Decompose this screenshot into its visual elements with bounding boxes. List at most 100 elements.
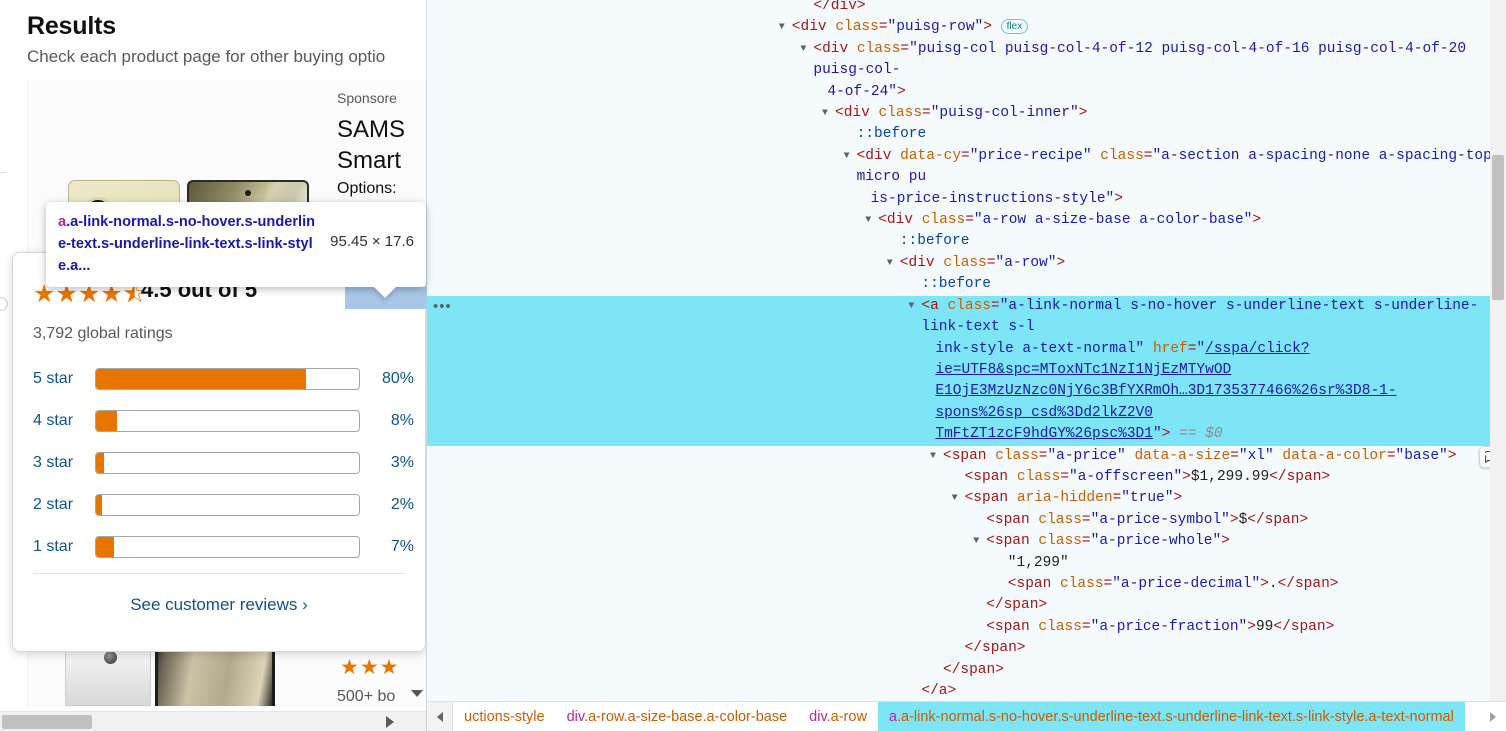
dom-node[interactable]: <span class="a-price-decimal">.</span>	[427, 574, 1506, 595]
dom-token-attr: class	[1016, 468, 1061, 485]
dom-token-attr: class	[1038, 511, 1082, 528]
breadcrumb-item[interactable]: uctions-style	[453, 702, 556, 731]
dom-node[interactable]: </span>	[427, 595, 1506, 616]
breadcrumb-scroll-left-button[interactable]	[427, 702, 453, 731]
dom-token-ang: >	[1447, 447, 1457, 464]
expand-triangle-icon[interactable]: ▼	[952, 488, 958, 509]
dom-node[interactable]: is-price-instructions-style">	[427, 189, 1506, 210]
dom-node[interactable]: ▼ <div class="puisg-col puisg-col-4-of-12…	[427, 39, 1506, 82]
dom-token-tag: a	[930, 297, 939, 314]
dom-node[interactable]: ▼ <span class="a-price" data-a-size="xl" …	[427, 446, 1506, 467]
dom-node[interactable]: ▼ <span aria-hidden="true">	[427, 488, 1506, 509]
dom-token-ang: <	[856, 147, 866, 164]
dom-token-val: "base"	[1395, 447, 1448, 464]
dom-node[interactable]: ::before	[427, 231, 1506, 252]
breadcrumb-item[interactable]: div.a-row	[798, 702, 878, 731]
dom-token-tag: span	[951, 447, 987, 464]
dom-node[interactable]: ▼ <span class="a-price-whole">	[427, 531, 1506, 552]
dom-node-selected[interactable]: ink-style a-text-normal" href="/sspa/cli…	[427, 338, 1506, 382]
dom-token-ang: =	[1060, 468, 1070, 485]
histogram-row[interactable]: 3 star 3%	[33, 442, 423, 484]
dom-node-selected[interactable]: E1OjE3MzUzNzc0NjY6c3BfYXRmOh…3D173537746…	[427, 381, 1506, 425]
href-value-link[interactable]: E1OjE3MzUzNzc0NjY6c3BfYXRmOh…3D173537746…	[935, 383, 1396, 420]
dom-node[interactable]: ::before	[427, 124, 1506, 145]
dom-token-ang: >	[1260, 575, 1269, 592]
breadcrumb-scroll-right-button[interactable]	[1480, 702, 1506, 731]
scrollbar-thumb[interactable]	[1492, 155, 1504, 300]
dom-token-ang: =	[1081, 618, 1091, 635]
dom-token-ang: >	[1056, 254, 1066, 271]
histogram-bar-fill	[96, 411, 118, 431]
dom-node[interactable]: ▼ <div class="a-row a-size-base a-color-b…	[427, 210, 1506, 231]
expand-triangle-icon[interactable]: ▼	[844, 146, 850, 167]
dom-token-ang: =	[1112, 490, 1122, 507]
dom-vertical-scrollbar[interactable]	[1490, 0, 1506, 701]
dom-node[interactable]: ▼ <div class="puisg-row"> flex	[427, 17, 1506, 38]
dom-node[interactable]: </span>	[427, 660, 1506, 681]
dom-node-selected[interactable]: ••• ▼ <a class="a-link-normal s-no-hover s…	[427, 295, 1506, 339]
dom-node-selected[interactable]: TmFtZT1zcF9hdGY%26psc%3D1" > == $0	[427, 424, 1506, 468]
dom-token-attr: class	[995, 447, 1039, 464]
expand-triangle-icon[interactable]: ▼	[908, 296, 914, 317]
dom-node[interactable]: ::before	[427, 274, 1506, 295]
dom-tree[interactable]: </div> ▼ <div class="puisg-row"> flex ▼ <div…	[427, 0, 1506, 701]
dom-node[interactable]: ▼ <div class="a-row">	[427, 253, 1506, 274]
href-value-link[interactable]: TmFtZT1zcF9hdGY%26psc%3D1	[935, 426, 1153, 442]
dom-node[interactable]: </div>	[427, 0, 1506, 17]
scroll-right-arrow-icon[interactable]	[386, 716, 394, 728]
histogram-row[interactable]: 4 star 8%	[33, 400, 423, 442]
histogram-star-label: 1 star	[33, 538, 74, 555]
amazon-results-page: Results Check each product page for othe…	[0, 0, 426, 731]
see-customer-reviews-link[interactable]: See customer reviews ›	[13, 595, 425, 615]
expand-triangle-icon[interactable]: ▼	[779, 17, 785, 38]
dom-node[interactable]: ▼ <div data-cy="price-recipe" class="a-se…	[427, 146, 1506, 189]
dom-tree-viewport[interactable]: </div> ▼ <div class="puisg-row"> flex ▼ <div…	[427, 0, 1506, 701]
dom-token-ang: >	[1114, 190, 1123, 207]
dom-node[interactable]: </a>	[427, 681, 1506, 701]
product-title-line2: Smart	[337, 147, 402, 174]
expand-triangle-icon[interactable]: ▼	[887, 253, 893, 274]
carousel-prev-icon[interactable]	[0, 297, 8, 311]
breadcrumb-item[interactable]: div.a-row.a-size-base.a-color-base	[556, 702, 799, 731]
dom-node[interactable]: <span class="a-price-fraction">99</span>	[427, 617, 1506, 638]
product-title[interactable]: SAMS Smart	[337, 114, 426, 176]
expand-triangle-icon[interactable]: ▼	[822, 103, 828, 124]
histogram-row[interactable]: 2 star 2%	[33, 484, 423, 526]
breadcrumb-item-active[interactable]: a.a-link-normal.s-no-hover.s-underline-t…	[877, 702, 1465, 731]
dom-token-ang: >	[897, 83, 906, 100]
dom-node[interactable]: "1,299"	[427, 553, 1506, 574]
expand-triangle-icon[interactable]: ▼	[930, 446, 936, 467]
dom-token-ang: =	[965, 212, 974, 229]
dom-node[interactable]: ▼ <div class="puisg-col-inner">	[427, 103, 1506, 124]
dom-node[interactable]: 4-of-24">	[427, 82, 1506, 103]
product-2-star-rating[interactable]: ★★★	[340, 655, 399, 680]
histogram-row[interactable]: 5 star 80%	[33, 358, 423, 400]
page-horizontal-scrollbar[interactable]	[0, 711, 426, 731]
dom-node[interactable]: <span class="a-offscreen">$1,299.99</spa…	[427, 467, 1506, 488]
scrollbar-thumb[interactable]	[2, 715, 92, 729]
dom-token-ang: =	[1386, 447, 1396, 464]
dom-node[interactable]: </span>	[427, 638, 1506, 659]
expand-triangle-icon[interactable]: ▼	[800, 39, 806, 60]
breadcrumb[interactable]: uctions-style div.a-row.a-size-base.a-col…	[427, 701, 1506, 731]
dom-token-ang: <	[986, 511, 995, 528]
dom-node[interactable]: <span class="a-price-symbol">$</span>	[427, 510, 1506, 531]
dom-token-tag: span	[973, 490, 1009, 507]
histogram-bar	[95, 536, 360, 558]
breadcrumb-classes: .a-link-normal.s-no-hover.s-underline-te…	[897, 708, 1454, 725]
product-options-label: Options:	[337, 180, 397, 197]
flex-badge[interactable]: flex	[1000, 19, 1029, 35]
histogram-row[interactable]: 1 star 7%	[33, 526, 423, 568]
histogram-bar-fill	[96, 537, 115, 557]
expand-triangle-icon[interactable]: ▼	[973, 531, 979, 552]
dom-token-ang: <	[943, 447, 952, 464]
expand-triangle-icon[interactable]: ▼	[865, 210, 871, 231]
sponsored-label: Sponsore	[337, 90, 397, 106]
product-image-2[interactable]	[45, 648, 310, 706]
